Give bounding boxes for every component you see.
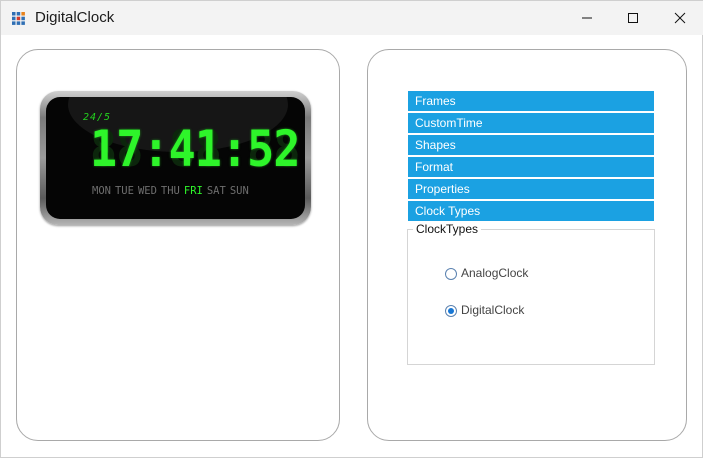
- digital-clock-frame: 24/5 88:88:88 17:41:52 MON TUE WED THU FRI SA…: [40, 91, 311, 225]
- digital-clock-screen: 24/5 88:88:88 17:41:52 MON TUE WED THU FRI SA…: [46, 97, 305, 219]
- weekday-wed: WED: [137, 185, 157, 197]
- menu-item-customtime[interactable]: CustomTime: [408, 113, 654, 133]
- weekday-thu: THU: [160, 185, 180, 197]
- weekday-sat: SAT: [206, 185, 226, 197]
- digital-clock-label[interactable]: DigitalClock: [461, 303, 524, 317]
- weekday-sun: SUN: [229, 185, 249, 197]
- maximize-button[interactable]: [610, 1, 656, 35]
- weekday-fri: FRI: [183, 185, 203, 197]
- clock-weekdays: MON TUE WED THU FRI SAT SUN: [92, 185, 253, 197]
- menu-item-properties[interactable]: Properties: [408, 179, 654, 199]
- menu-item-format[interactable]: Format: [408, 157, 654, 177]
- close-button[interactable]: [657, 1, 703, 35]
- menu-item-clock-types[interactable]: Clock Types: [408, 201, 654, 221]
- analog-clock-radio[interactable]: [445, 268, 457, 280]
- weekday-tue: TUE: [114, 185, 134, 197]
- app-icon: [12, 12, 25, 25]
- menu-item-shapes[interactable]: Shapes: [408, 135, 654, 155]
- minimize-icon: [582, 17, 592, 19]
- analog-clock-label[interactable]: AnalogClock: [461, 266, 528, 280]
- clock-time: 17:41:52: [90, 120, 300, 178]
- close-icon: [674, 12, 686, 24]
- weekday-mon: MON: [92, 185, 111, 197]
- title-bar: DigitalClock: [1, 1, 703, 35]
- digital-clock-radio[interactable]: [445, 305, 457, 317]
- maximize-icon: [628, 13, 638, 23]
- window-title: DigitalClock: [35, 9, 115, 26]
- clock-types-groupbox: [407, 229, 655, 365]
- clock-types-label: ClockTypes: [413, 222, 482, 236]
- menu-item-frames[interactable]: Frames: [408, 91, 654, 111]
- minimize-button[interactable]: [564, 1, 610, 35]
